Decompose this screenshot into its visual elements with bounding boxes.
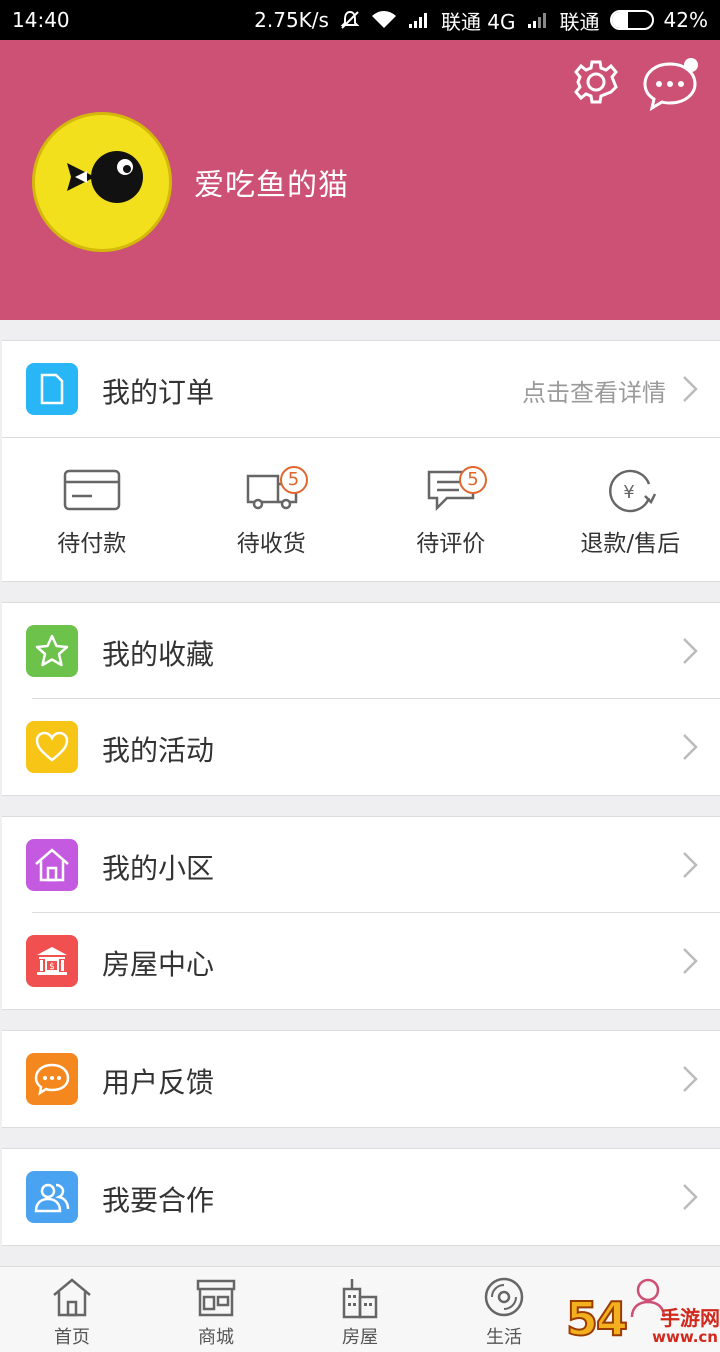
watermark-brand: 手游网 <box>660 1306 720 1330</box>
favorites-card: 我的收藏 我的活动 <box>2 602 720 796</box>
user-nickname[interactable]: 爱吃鱼的猫 <box>194 160 349 204</box>
unread-dot <box>684 58 698 72</box>
battery-icon <box>609 10 654 30</box>
status-time: 14:40 <box>12 8 70 32</box>
building-tab-icon <box>342 1279 378 1319</box>
badge-count: 5 <box>459 466 487 494</box>
chevron-right-icon <box>683 1184 698 1210</box>
order-label: 待评价 <box>416 531 486 557</box>
signal-icon <box>407 11 431 29</box>
order-pending-review[interactable]: 5 待评价 <box>361 438 541 581</box>
chat-bubble-icon <box>26 1053 78 1105</box>
community-card: 我的小区 $ 房屋中心 <box>2 816 720 1010</box>
wifi-icon <box>371 10 397 30</box>
chevron-right-icon <box>683 638 698 664</box>
cooperation-card: 我要合作 <box>2 1148 720 1246</box>
messages-icon[interactable] <box>640 56 700 112</box>
order-pending-receipt[interactable]: 5 待收货 <box>182 438 362 581</box>
menu-feedback[interactable]: 用户反馈 <box>2 1031 720 1127</box>
menu-activities[interactable]: 我的活动 <box>2 699 720 795</box>
chevron-right-icon <box>683 852 698 878</box>
order-pending-payment[interactable]: 待付款 <box>2 438 182 581</box>
watermark-text: 54 <box>565 1291 629 1347</box>
card-icon <box>63 469 121 511</box>
order-refund[interactable]: ¥ 退款/售后 <box>541 438 720 581</box>
chevron-right-icon <box>683 376 698 402</box>
tab-label: 生活 <box>486 1327 522 1348</box>
fish-avatar-icon <box>67 151 143 203</box>
tab-housing[interactable]: 房屋 <box>288 1267 432 1352</box>
orders-card: 我的订单 点击查看详情 <box>2 340 720 437</box>
battery-percent: 42% <box>663 8 708 32</box>
feedback-card: 用户反馈 <box>2 1030 720 1128</box>
menu-cooperation[interactable]: 我要合作 <box>2 1149 720 1245</box>
orders-detail-hint[interactable]: 点击查看详情 <box>522 373 666 408</box>
tab-label: 商城 <box>198 1327 234 1348</box>
badge-count: 5 <box>279 466 308 494</box>
tab-mall[interactable]: 商城 <box>144 1267 288 1352</box>
network-speed: 2.75K/s <box>254 8 329 32</box>
chevron-right-icon <box>683 734 698 760</box>
document-icon <box>26 363 78 415</box>
order-label: 待付款 <box>57 531 127 557</box>
profile-header: 爱吃鱼的猫 <box>0 40 720 320</box>
order-label: 退款/售后 <box>580 531 681 557</box>
orders-row[interactable]: 我的订单 点击查看详情 <box>2 341 720 437</box>
chevron-right-icon <box>683 948 698 974</box>
carrier-2: 联通 <box>559 9 600 34</box>
carrier-1: 联通 4G <box>440 9 516 34</box>
menu-label: 房屋中心 <box>102 948 215 981</box>
users-icon <box>26 1171 78 1223</box>
menu-label: 我要合作 <box>102 1184 215 1217</box>
menu-label: 我的活动 <box>102 734 215 767</box>
order-label: 待收货 <box>236 531 306 557</box>
bank-icon: $ <box>26 935 78 987</box>
home-icon <box>26 839 78 891</box>
menu-community[interactable]: 我的小区 <box>2 817 720 913</box>
menu-label: 用户反馈 <box>102 1066 215 1099</box>
status-bar: 14:40 2.75K/s 联通 4G 联通 42% <box>0 0 720 40</box>
disc-tab-icon <box>484 1277 524 1317</box>
svg-text:$: $ <box>49 962 55 972</box>
settings-gear-icon[interactable] <box>570 56 622 108</box>
tab-life[interactable]: 生活 <box>432 1267 576 1352</box>
heart-icon <box>26 721 78 773</box>
refund-icon: ¥ <box>608 469 656 513</box>
watermark-url: www.cn <box>652 1328 718 1346</box>
menu-label: 我的收藏 <box>102 638 215 671</box>
menu-housing-center[interactable]: $ 房屋中心 <box>2 913 720 1009</box>
menu-favorites[interactable]: 我的收藏 <box>2 603 720 699</box>
avatar[interactable] <box>32 112 172 252</box>
tab-home[interactable]: 首页 <box>0 1267 144 1352</box>
home-tab-icon <box>53 1278 91 1317</box>
order-status-strip: 待付款 5 待收货 5 待评价 ¥ 退款/售后 <box>2 438 720 582</box>
orders-title: 我的订单 <box>102 376 215 409</box>
star-icon <box>26 625 78 677</box>
svg-text:¥: ¥ <box>623 482 634 503</box>
mute-icon <box>339 9 361 31</box>
chevron-right-icon <box>683 1066 698 1092</box>
tab-label: 房屋 <box>342 1327 378 1348</box>
tab-label: 首页 <box>54 1327 90 1348</box>
watermark-logo: 54 手游网 www.cn <box>565 1291 720 1352</box>
signal-icon-2 <box>526 11 550 29</box>
store-tab-icon <box>196 1279 236 1317</box>
menu-label: 我的小区 <box>102 852 215 885</box>
